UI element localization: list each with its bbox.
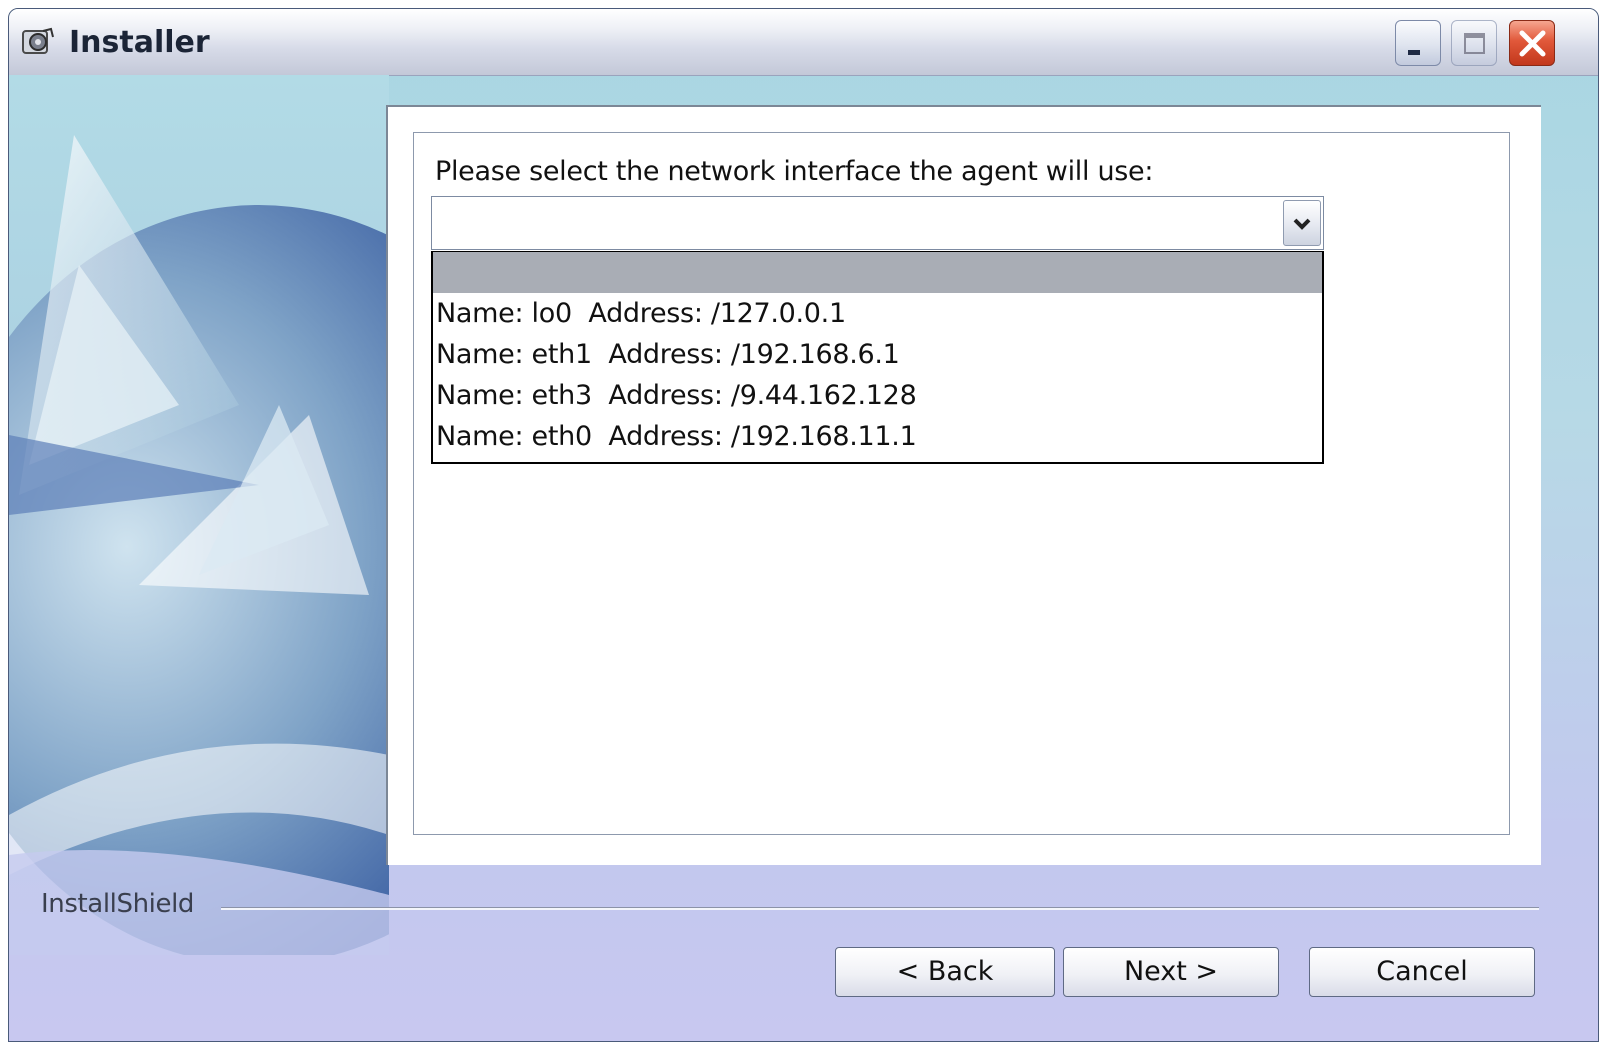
installer-app-icon [21, 27, 55, 57]
next-button[interactable]: Next > [1063, 947, 1279, 997]
installer-banner-graphic [9, 75, 589, 965]
minimize-button[interactable] [1395, 20, 1441, 66]
content-panel: Please select the network interface the … [413, 132, 1510, 835]
installer-window: Installer Please select the network inte… [8, 8, 1599, 1042]
network-interface-combobox[interactable] [431, 196, 1324, 250]
network-interface-dropdown-list: Name: lo0 Address: /127.0.0.1 Name: eth1… [431, 251, 1324, 464]
dropdown-option-empty[interactable] [433, 252, 1322, 293]
title-bar[interactable]: Installer [9, 9, 1598, 76]
back-button[interactable]: < Back [835, 947, 1055, 997]
footer-divider [221, 907, 1539, 910]
network-interface-prompt: Please select the network interface the … [435, 156, 1154, 187]
maximize-button[interactable] [1451, 20, 1497, 66]
minimize-icon [1408, 50, 1420, 55]
cancel-button[interactable]: Cancel [1309, 947, 1535, 997]
maximize-icon [1464, 33, 1485, 54]
dropdown-option-eth3[interactable]: Name: eth3 Address: /9.44.162.128 [433, 375, 1322, 416]
window-title: Installer [69, 25, 210, 60]
dropdown-option-lo0[interactable]: Name: lo0 Address: /127.0.0.1 [433, 293, 1322, 334]
combobox-arrow-button[interactable] [1283, 200, 1321, 246]
content-area: Please select the network interface the … [386, 105, 1541, 865]
installshield-brand-label: InstallShield [41, 889, 194, 919]
close-button[interactable] [1509, 20, 1555, 66]
dropdown-option-eth0[interactable]: Name: eth0 Address: /192.168.11.1 [433, 416, 1322, 457]
close-icon [1519, 30, 1546, 57]
chevron-down-icon [1293, 218, 1311, 230]
dropdown-option-eth1[interactable]: Name: eth1 Address: /192.168.6.1 [433, 334, 1322, 375]
